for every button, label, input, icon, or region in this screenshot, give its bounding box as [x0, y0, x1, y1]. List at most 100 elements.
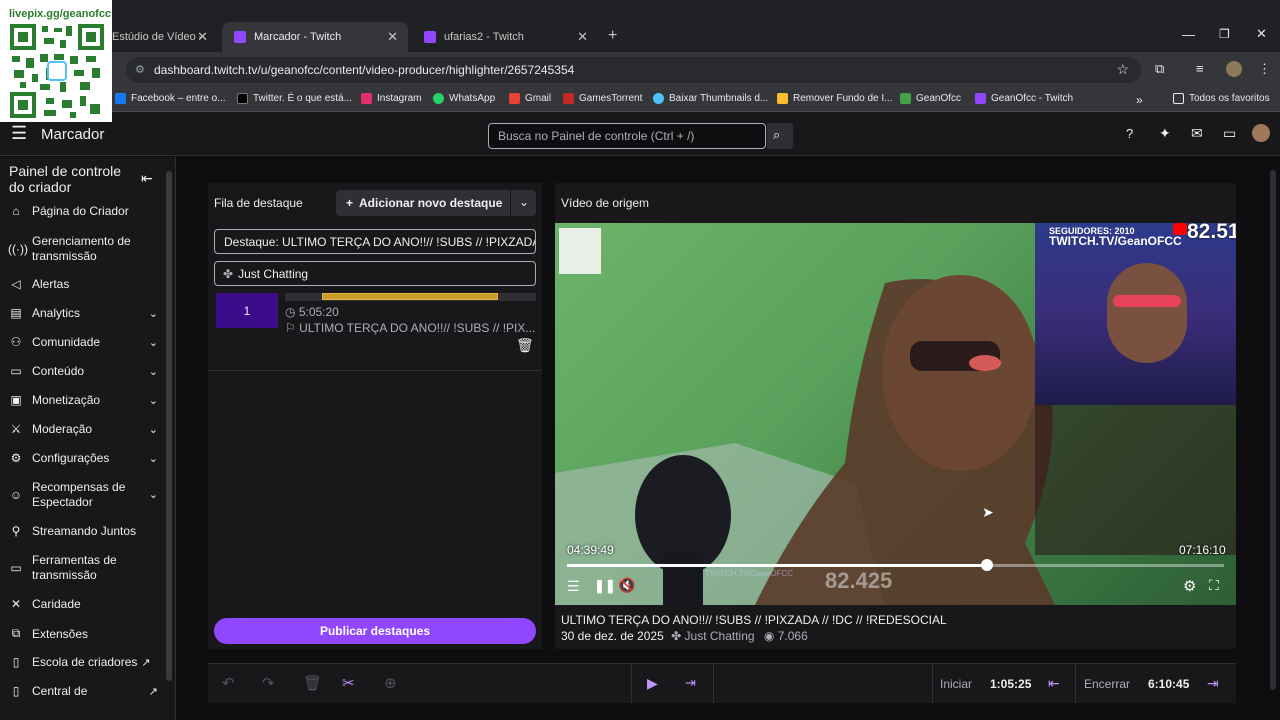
bookmark-instagram[interactable]: Instagram — [361, 93, 421, 104]
bookmark-gmail[interactable]: Gmail — [509, 93, 551, 104]
settings-gear-icon[interactable]: ⚙ — [1183, 577, 1196, 595]
camera-icon: ▭ — [10, 560, 22, 575]
sparkle-icon[interactable]: ✦ — [1159, 125, 1171, 142]
minimize-button[interactable]: — — [1182, 27, 1195, 42]
site-info-icon[interactable]: ⚙ — [135, 63, 145, 76]
bookmark-gamestorrent[interactable]: GamesTorrent — [563, 93, 642, 104]
start-time[interactable]: 1:05:25 — [990, 677, 1031, 691]
mute-icon[interactable]: 🔇 — [618, 577, 635, 594]
twitch-icon — [424, 31, 436, 43]
add-marker-icon[interactable]: ⊕ — [384, 674, 397, 692]
search-button[interactable]: ⌕ — [767, 123, 793, 149]
category-field[interactable]: ✤ Just Chatting — [214, 261, 536, 286]
pause-icon[interactable]: ❚❚ — [594, 578, 616, 594]
sidebar-item-monetization[interactable]: ▣ Monetização ⌄ — [8, 393, 158, 407]
bookmark-label: Baixar Thumbnails d... — [669, 93, 769, 104]
video-player[interactable]: SEGUIDORES: 2010 TWITCH.TV/GeanOFCC 82.5… — [555, 223, 1236, 605]
jump-to-end-icon[interactable]: ⇥ — [685, 675, 696, 691]
tab-video-studio[interactable]: Estúdio de Vídeo - ✕ — [100, 22, 218, 52]
add-highlight-button[interactable]: + Adicionar novo destaque — [336, 190, 510, 216]
x-icon — [237, 93, 248, 104]
chapters-icon[interactable]: ☰ — [567, 578, 580, 595]
help-icon[interactable]: ? — [1126, 126, 1133, 141]
close-icon[interactable]: ✕ — [197, 29, 208, 45]
delete-icon[interactable]: 🗑 — [303, 674, 322, 692]
sidebar-item-settings[interactable]: ⚙ Configurações ⌄ — [8, 451, 158, 465]
bookmark-label: GeanOfcc — [916, 93, 962, 104]
page-scrollbar[interactable] — [1270, 170, 1276, 690]
chevron-down-icon: ⌄ — [148, 336, 158, 349]
bookmark-thumbnails[interactable]: Baixar Thumbnails d... — [653, 93, 768, 104]
end-time[interactable]: 6:10:45 — [1148, 677, 1189, 691]
menu-icon[interactable]: ⋮ — [1258, 61, 1271, 77]
bookmark-whatsapp[interactable]: WhatsApp — [433, 93, 495, 104]
all-bookmarks[interactable]: Todos os favoritos — [1173, 93, 1270, 104]
whispers-icon[interactable]: ▭ — [1223, 125, 1236, 142]
sidebar-item-broadcast-tools[interactable]: ▭ Ferramentas de transmissão — [8, 553, 158, 583]
reflected-channel: TWITCH.TV/GeanOFCC — [705, 569, 794, 578]
highlight-title-field[interactable]: Destaque: ULTIMO TERÇA DO ANO!!// !SUBS … — [214, 229, 536, 254]
sunglasses — [1113, 295, 1181, 307]
url-field[interactable]: ⚙ dashboard.twitch.tv/u/geanofcc/content… — [126, 57, 1141, 83]
sidebar-item-stream-together[interactable]: ⚲ Streamando Juntos — [8, 524, 158, 538]
sidebar-scrollbar[interactable] — [166, 171, 172, 681]
sidebar-item-charity[interactable]: ✕ Caridade — [8, 597, 158, 611]
close-window-button[interactable]: ✕ — [1256, 26, 1267, 42]
sidebar-item-alerts[interactable]: ◁ Alertas — [8, 277, 158, 291]
sidebar-item-community[interactable]: ⚇ Comunidade ⌄ — [8, 335, 158, 349]
scissors-icon[interactable]: ✂ — [342, 674, 355, 692]
set-end-icon[interactable]: ⇥ — [1207, 675, 1219, 692]
sidebar-item-extensions[interactable]: ⧉ Extensões — [8, 626, 158, 641]
undo-icon[interactable]: ↶ — [222, 674, 235, 692]
tab-ufarias2[interactable]: ufarias2 - Twitch ✕ — [412, 22, 598, 52]
bookmarks-bar: Facebook – entre o... Twitter. É o que e… — [0, 88, 1280, 112]
sidebar-item-stream-manager[interactable]: ((·)) Gerenciamento de transmissão — [8, 234, 158, 264]
user-avatar[interactable] — [1252, 124, 1270, 142]
fullscreen-icon[interactable]: ⛶ — [1209, 577, 1219, 594]
gamestorrent-icon — [563, 93, 574, 104]
play-icon[interactable]: ▶ — [647, 675, 658, 692]
source-title: Vídeo de origem — [561, 196, 650, 210]
bookmark-geanofcc[interactable]: GeanOfcc — [900, 93, 961, 104]
close-icon[interactable]: ✕ — [577, 29, 588, 45]
chevron-down-icon: ⌄ — [148, 423, 158, 436]
collapse-sidebar-icon[interactable]: ⇤ — [141, 170, 153, 187]
total-time: 07:16:10 — [1179, 543, 1226, 557]
redo-icon[interactable]: ↷ — [262, 674, 275, 692]
new-tab-button[interactable]: + — [608, 27, 617, 45]
sidebar-item-analytics[interactable]: ▤ Analytics ⌄ — [8, 306, 158, 320]
extensions-icon[interactable]: ⧉ — [1155, 61, 1164, 77]
creator-dashboard-sidebar: Painel de controle do criador ⇤ ⌂ Página … — [0, 157, 176, 720]
trash-icon[interactable]: 🗑 — [516, 337, 534, 354]
set-start-icon[interactable]: ⇤ — [1048, 675, 1060, 692]
maximize-button[interactable]: ❐ — [1219, 27, 1230, 41]
highlight-title-value: Destaque: ULTIMO TERÇA DO ANO!!// !SUBS … — [224, 235, 536, 249]
sidebar-item-label: Caridade — [32, 597, 81, 611]
publish-highlights-button[interactable]: Publicar destaques — [214, 618, 536, 644]
hamburger-menu-icon[interactable]: ☰ — [11, 124, 27, 142]
dashboard-search-input[interactable]: Busca no Painel de controle (Ctrl + /) — [488, 123, 766, 149]
tab-marcador[interactable]: Marcador - Twitch ✕ — [222, 22, 408, 52]
close-icon[interactable]: ✕ — [387, 29, 398, 45]
start-label: Iniciar — [940, 677, 973, 691]
sidebar-item-content[interactable]: ▭ Conteúdo ⌄ — [8, 364, 158, 378]
sidebar-item-viewer-rewards[interactable]: ☺ Recompensas de Espectador ⌄ — [8, 480, 158, 510]
sidebar-item-center[interactable]: ▯ Central de ↗ — [8, 684, 158, 698]
media-icon[interactable]: ≡ — [1196, 61, 1204, 76]
profile-avatar[interactable] — [1226, 61, 1242, 77]
bookmark-twitter[interactable]: Twitter. É o que está... — [237, 93, 352, 104]
browser-tab-strip: Estúdio de Vídeo - ✕ Marcador - Twitch ✕… — [0, 0, 1280, 52]
sidebar-item-creator-page[interactable]: ⌂ Página do Criador — [8, 204, 158, 218]
bookmark-geanofcc-twitch[interactable]: GeanOfcc - Twitch — [975, 93, 1073, 104]
inbox-icon[interactable]: ✉ — [1191, 125, 1203, 142]
star-icon[interactable]: ☆ — [1116, 61, 1129, 78]
add-highlight-dropdown[interactable]: ⌄ — [511, 190, 536, 216]
bookmark-facebook[interactable]: Facebook – entre o... — [115, 93, 226, 104]
sidebar-item-creator-school[interactable]: ▯ Escola de criadores ↗ — [8, 655, 158, 669]
sidebar-item-moderation[interactable]: ⚔ Moderação ⌄ — [8, 422, 158, 436]
bookmark-remover-fundo[interactable]: Remover Fundo de I... — [777, 93, 893, 104]
sidebar-item-label: Recompensas de Espectador — [32, 480, 126, 509]
thumbnails-icon — [653, 93, 664, 104]
highlight-clip-item[interactable]: 1 ◷ 5:05:20 ⚐ ULTIMO TERÇA DO ANO!!// !S… — [214, 293, 536, 355]
more-bookmarks-icon[interactable]: » — [1136, 93, 1143, 107]
